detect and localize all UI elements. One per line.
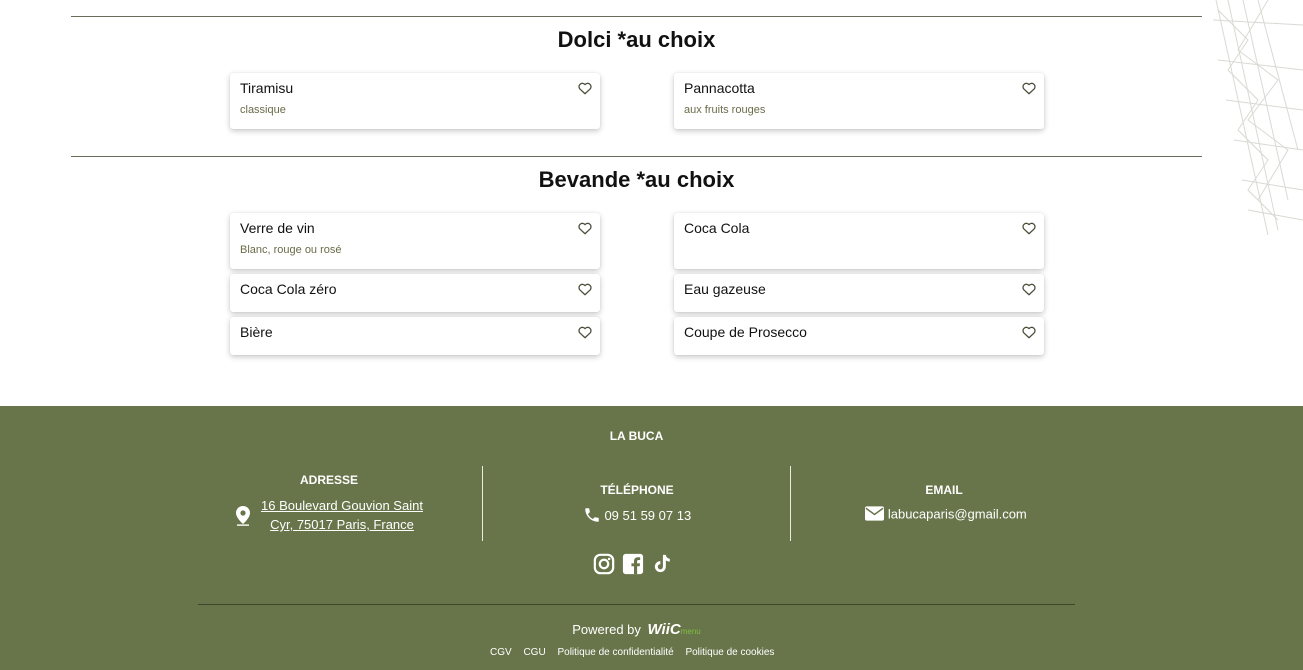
instagram-icon[interactable] xyxy=(593,553,615,575)
legal-link-privacy[interactable]: Politique de confidentialité xyxy=(557,647,673,658)
tiktok-icon[interactable] xyxy=(651,553,673,575)
facebook-icon[interactable] xyxy=(622,553,644,575)
legal-links: CGV CGU Politique de confidentialité Pol… xyxy=(490,647,783,658)
map-pin-icon xyxy=(235,506,251,531)
heart-outline-icon[interactable] xyxy=(578,222,592,235)
item-name: Eau gazeuse xyxy=(684,281,766,297)
section-divider xyxy=(71,156,1202,157)
heart-outline-icon[interactable] xyxy=(578,82,592,95)
heart-outline-icon[interactable] xyxy=(578,283,592,296)
menu-item-card[interactable]: Coca Cola zéro xyxy=(230,274,600,312)
phone-title: TÉLÉPHONE xyxy=(600,483,674,497)
item-name: Coca Cola xyxy=(684,220,750,236)
heart-outline-icon[interactable] xyxy=(1022,82,1036,95)
powered-by[interactable]: Powered by WiiCmenu xyxy=(0,621,1273,638)
email-title: EMAIL xyxy=(925,483,963,497)
footer-divider xyxy=(198,604,1075,605)
phone-number[interactable]: 09 51 59 07 13 xyxy=(604,508,691,523)
section-title-dolci: Dolci *au choix xyxy=(557,27,716,52)
email-link[interactable]: labucaparis@gmail.com xyxy=(846,506,1046,524)
site-footer: LA BUCA ADRESSE 16 Boulevard Gouvion Sai… xyxy=(0,406,1303,670)
address-line-1[interactable]: 16 Boulevard Gouvion Saint xyxy=(261,498,423,513)
envelope-icon xyxy=(865,506,885,524)
heart-outline-icon[interactable] xyxy=(578,326,592,339)
heart-outline-icon[interactable] xyxy=(1022,283,1036,296)
item-name: Bière xyxy=(240,324,273,340)
heart-outline-icon[interactable] xyxy=(1022,326,1036,339)
address-title: ADRESSE xyxy=(299,473,358,487)
menu-item-card[interactable]: Tiramisu classique xyxy=(230,73,600,129)
item-name: Coupe de Prosecco xyxy=(684,324,807,340)
column-divider xyxy=(790,466,791,541)
menu-item-card[interactable]: Pannacotta aux fruits rouges xyxy=(674,73,1044,129)
wiic-logo[interactable]: WiiC xyxy=(648,621,681,638)
phone-link[interactable]: 09 51 59 07 13 xyxy=(537,506,737,527)
email-address[interactable]: labucaparis@gmail.com xyxy=(888,506,1027,521)
legal-link-cgv[interactable]: CGV xyxy=(490,647,512,658)
item-name: Tiramisu xyxy=(240,80,294,96)
powered-by-label: Powered by xyxy=(572,622,641,637)
footer-brand: LA BUCA xyxy=(609,429,664,443)
menu-item-card[interactable]: Verre de vin Blanc, rouge ou rosé xyxy=(230,213,600,269)
menu-item-card[interactable]: Bière xyxy=(230,317,600,355)
menu-item-card[interactable]: Coupe de Prosecco xyxy=(674,317,1044,355)
heart-outline-icon[interactable] xyxy=(1022,222,1036,235)
column-divider xyxy=(482,466,483,541)
item-description: classique xyxy=(240,104,286,116)
address-link[interactable]: 16 Boulevard Gouvion Saint Cyr, 75017 Pa… xyxy=(256,496,428,534)
section-title-bevande: Bevande *au choix xyxy=(538,167,735,192)
section-divider xyxy=(71,16,1202,17)
phone-icon xyxy=(583,506,601,527)
item-description: Blanc, rouge ou rosé xyxy=(240,244,342,256)
menu-item-card[interactable]: Coca Cola xyxy=(674,213,1044,269)
item-name: Coca Cola zéro xyxy=(240,281,337,297)
item-description: aux fruits rouges xyxy=(684,104,766,116)
social-links xyxy=(593,553,673,575)
address-line-2[interactable]: Cyr, 75017 Paris, France xyxy=(270,517,414,532)
legal-link-cgu[interactable]: CGU xyxy=(523,647,545,658)
item-name: Verre de vin xyxy=(240,220,315,236)
menu-item-card[interactable]: Eau gazeuse xyxy=(674,274,1044,312)
legal-link-cookies[interactable]: Politique de cookies xyxy=(685,647,774,658)
wiic-logo-suffix: menu xyxy=(680,627,701,636)
item-name: Pannacotta xyxy=(684,80,755,96)
